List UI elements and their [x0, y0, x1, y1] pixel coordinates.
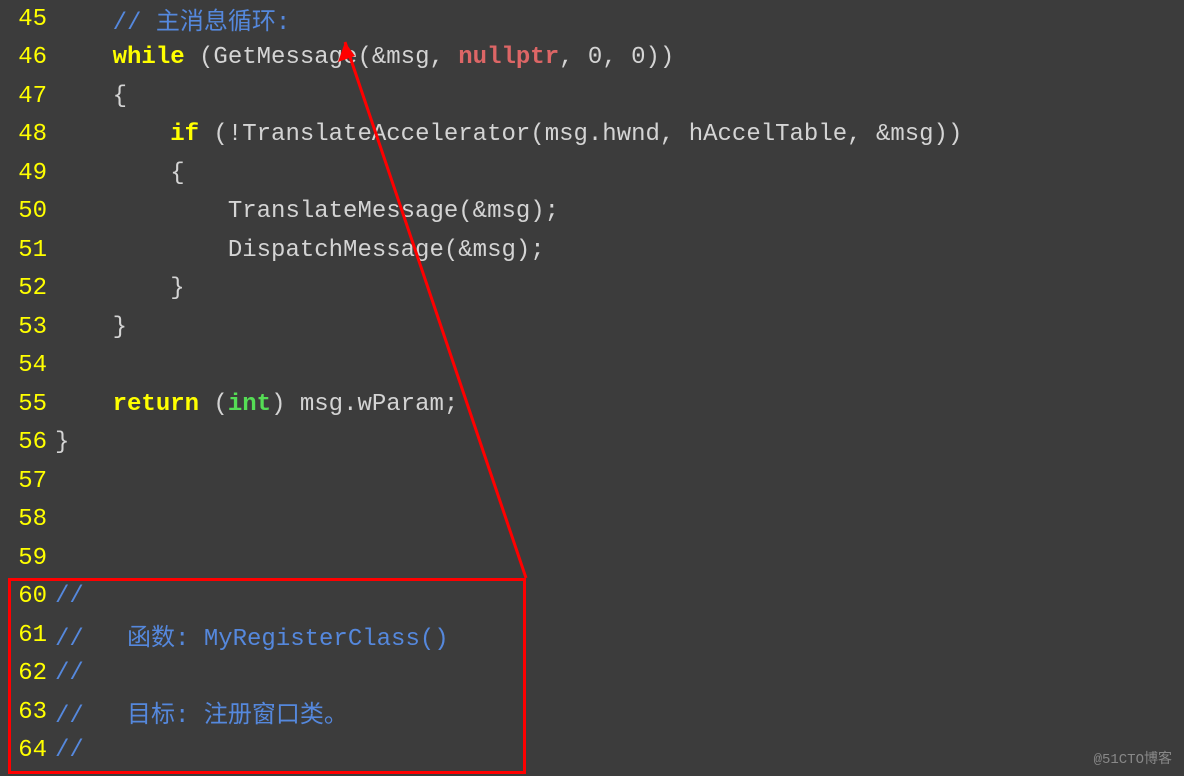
line-number: 45: [0, 6, 55, 33]
code-line[interactable]: 47 {: [0, 77, 1184, 116]
watermark-text: @51CTO博客: [1094, 748, 1172, 768]
code-content: }: [55, 314, 127, 341]
line-number: 56: [0, 429, 55, 456]
code-line[interactable]: 54: [0, 347, 1184, 386]
code-line[interactable]: 58: [0, 501, 1184, 540]
code-content: return (int) msg.wParam;: [55, 391, 458, 418]
code-content: }: [55, 275, 185, 302]
code-content: //: [55, 660, 84, 687]
code-line[interactable]: 50 TranslateMessage(&msg);: [0, 193, 1184, 232]
line-number: 46: [0, 44, 55, 71]
code-line[interactable]: 62//: [0, 655, 1184, 694]
code-content: TranslateMessage(&msg);: [55, 198, 559, 225]
code-line[interactable]: 63// 目标: 注册窗口类。: [0, 693, 1184, 732]
code-line[interactable]: 57: [0, 462, 1184, 501]
code-line[interactable]: 59: [0, 539, 1184, 578]
code-content: }: [55, 429, 69, 456]
code-content: // 目标: 注册窗口类。: [55, 694, 348, 730]
code-line[interactable]: 51 DispatchMessage(&msg);: [0, 231, 1184, 270]
code-content: if (!TranslateAccelerator(msg.hwnd, hAcc…: [55, 121, 962, 148]
line-number: 60: [0, 583, 55, 610]
line-number: 47: [0, 83, 55, 110]
code-line[interactable]: 53 }: [0, 308, 1184, 347]
line-number: 63: [0, 699, 55, 726]
code-line[interactable]: 49 {: [0, 154, 1184, 193]
line-number: 50: [0, 198, 55, 225]
code-content: // 函数: MyRegisterClass(): [55, 617, 449, 653]
code-line[interactable]: 56}: [0, 424, 1184, 463]
code-content: DispatchMessage(&msg);: [55, 237, 545, 264]
line-number: 53: [0, 314, 55, 341]
code-line[interactable]: 52 }: [0, 270, 1184, 309]
code-line[interactable]: 64//: [0, 732, 1184, 771]
code-line[interactable]: 48 if (!TranslateAccelerator(msg.hwnd, h…: [0, 116, 1184, 155]
line-number: 61: [0, 622, 55, 649]
code-line[interactable]: 61// 函数: MyRegisterClass(): [0, 616, 1184, 655]
code-line[interactable]: 46 while (GetMessage(&msg, nullptr, 0, 0…: [0, 39, 1184, 78]
code-line[interactable]: 55 return (int) msg.wParam;: [0, 385, 1184, 424]
code-line[interactable]: 60//: [0, 578, 1184, 617]
code-content: while (GetMessage(&msg, nullptr, 0, 0)): [55, 44, 674, 71]
line-number: 62: [0, 660, 55, 687]
code-content: {: [55, 83, 127, 110]
code-content: {: [55, 160, 185, 187]
line-number: 52: [0, 275, 55, 302]
line-number: 58: [0, 506, 55, 533]
code-content: //: [55, 583, 84, 610]
line-number: 59: [0, 545, 55, 572]
line-number: 48: [0, 121, 55, 148]
line-number: 49: [0, 160, 55, 187]
line-number: 54: [0, 352, 55, 379]
code-content: //: [55, 737, 84, 764]
line-number: 55: [0, 391, 55, 418]
line-number: 64: [0, 737, 55, 764]
line-number: 57: [0, 468, 55, 495]
line-number: 51: [0, 237, 55, 264]
code-content: // 主消息循环:: [55, 1, 290, 37]
code-line[interactable]: 45 // 主消息循环:: [0, 0, 1184, 39]
code-editor[interactable]: 45 // 主消息循环:46 while (GetMessage(&msg, n…: [0, 0, 1184, 770]
